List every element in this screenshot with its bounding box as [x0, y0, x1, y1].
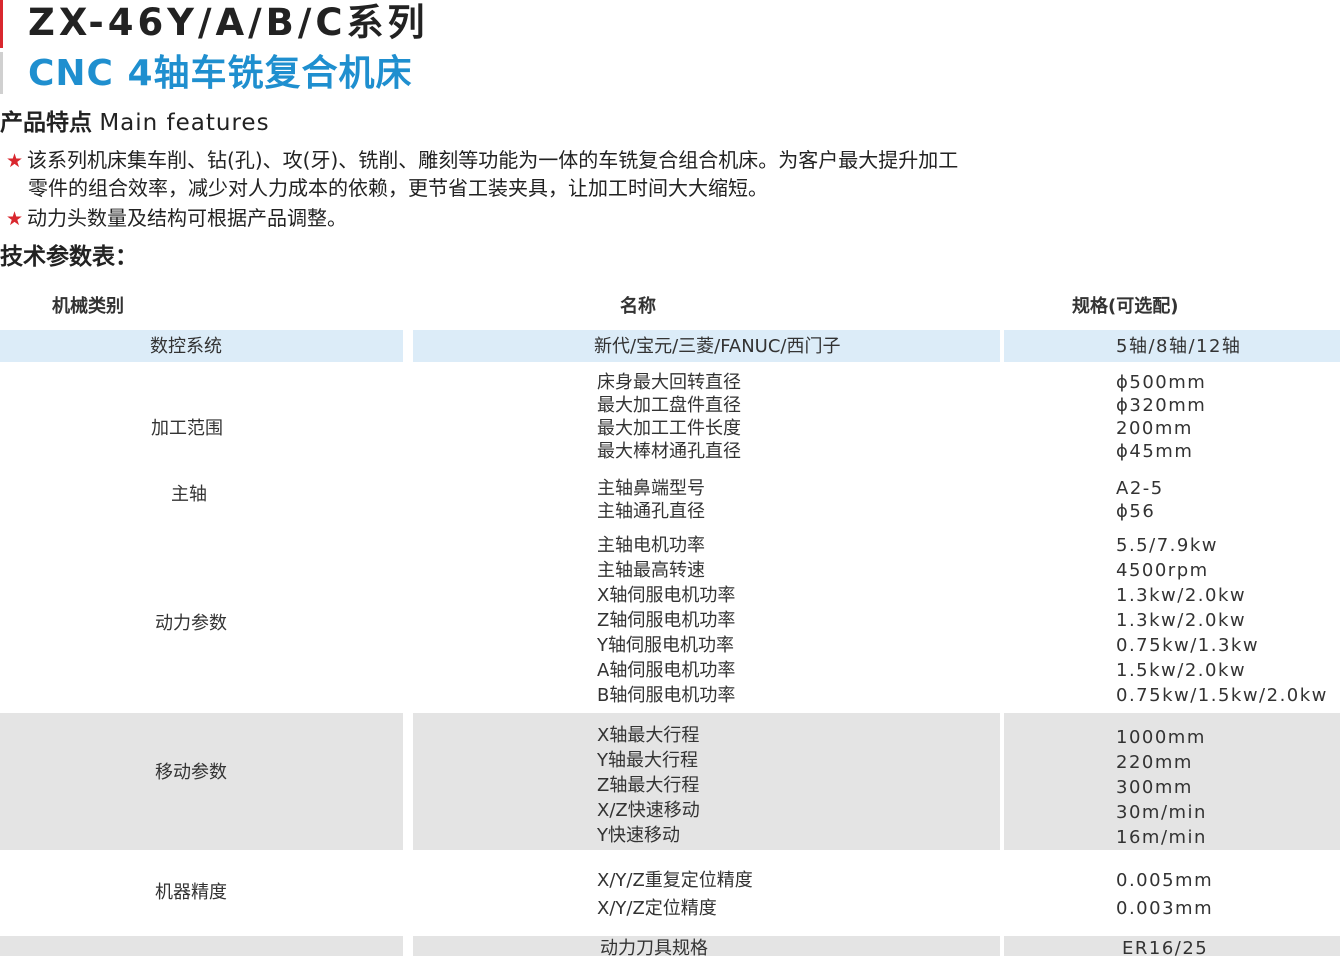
values-motion-params: 1000mm 220mm 300mm 30m/min 16m/min	[1116, 725, 1207, 850]
category-machining-range: 加工范围	[151, 418, 223, 439]
header-name: 名称	[620, 296, 656, 317]
spec-value: ϕ45mm	[1116, 441, 1194, 462]
spec-value: 1.5kw/2.0kw	[1116, 660, 1247, 681]
spec-value: 4500rpm	[1116, 560, 1209, 581]
spec-value: ϕ500mm	[1116, 372, 1207, 393]
model-title: ZX-46Y/A/B/C系列	[28, 1, 429, 44]
spec-name: Y轴伺服电机功率	[597, 635, 734, 656]
spec-name: 主轴通孔直径	[597, 501, 705, 522]
spec-table-title: 技术参数表：	[0, 244, 138, 270]
product-subtitle: CNC 4轴车铣复合机床	[28, 53, 413, 94]
spec-name: 新代/宝元/三菱/FANUC/西门子	[594, 336, 841, 357]
spec-name: A轴伺服电机功率	[597, 660, 736, 681]
spec-name: X/Y/Z定位精度	[597, 898, 717, 919]
spec-value: 30m/min	[1116, 802, 1207, 823]
values-machine-precision: 0.005mm 0.003mm	[1116, 867, 1213, 923]
subtitle-accent-bar	[0, 52, 3, 94]
names-machine-precision: X/Y/Z重复定位精度 X/Y/Z定位精度	[597, 867, 753, 923]
spec-value: 220mm	[1116, 752, 1193, 773]
category-power-params: 动力参数	[155, 613, 227, 634]
spec-name: X/Y/Z重复定位精度	[597, 870, 753, 891]
values-cnc-system: 5轴/8轴/12轴	[1116, 335, 1241, 358]
column-separator	[1000, 936, 1004, 956]
spec-value: 0.003mm	[1116, 898, 1214, 919]
spec-name: X/Z快速移动	[597, 800, 700, 821]
feature-bullet-1-line1: 该系列机床集车削、钻(孔)、攻(牙)、铣削、雕刻等功能为一体的车铣复合组合机床。…	[27, 148, 959, 172]
feature-bullet-2-text: 动力头数量及结构可根据产品调整。	[27, 206, 348, 230]
features-heading-cn: 产品特点	[0, 110, 92, 136]
spec-name: Z轴最大行程	[597, 775, 700, 796]
spec-value: 5轴/8轴/12轴	[1116, 336, 1242, 357]
spec-value: ER16/25	[1122, 938, 1209, 959]
spec-value: 1.3kw/2.0kw	[1116, 610, 1247, 631]
names-machining-range: 床身最大回转直径 最大加工盘件直径 最大加工工件长度 最大棒材通孔直径	[597, 371, 741, 463]
column-separator	[403, 713, 413, 850]
spec-value: 1000mm	[1116, 727, 1206, 748]
category-cnc-system: 数控系统	[150, 336, 222, 357]
header-spec: 规格(可选配)	[1072, 296, 1179, 317]
spec-value: A2-5	[1116, 478, 1164, 499]
spec-value: 16m/min	[1116, 827, 1207, 848]
spec-name: Z轴伺服电机功率	[597, 610, 736, 631]
features-heading-en: Main features	[99, 110, 270, 136]
spec-name: 动力刀具规格	[600, 938, 708, 959]
spec-value: ϕ320mm	[1116, 395, 1207, 416]
spec-name: Y快速移动	[597, 825, 680, 846]
spec-value: 300mm	[1116, 777, 1193, 798]
title-accent-bar	[0, 0, 3, 48]
values-power-params: 5.5/7.9kw 4500rpm 1.3kw/2.0kw 1.3kw/2.0k…	[1116, 533, 1328, 708]
column-separator	[403, 936, 413, 956]
category-spindle: 主轴	[171, 484, 207, 505]
column-separator	[403, 330, 413, 362]
spec-value: 0.005mm	[1116, 870, 1214, 891]
spec-name: 最大加工盘件直径	[597, 395, 741, 416]
spec-name: 最大棒材通孔直径	[597, 441, 741, 462]
values-power-tool: ER16/25	[1122, 937, 1208, 960]
column-separator	[1000, 330, 1004, 362]
feature-bullet-2: ★ 动力头数量及结构可根据产品调整。	[6, 204, 347, 233]
names-spindle: 主轴鼻端型号 主轴通孔直径	[597, 477, 705, 523]
spec-name: B轴伺服电机功率	[597, 685, 736, 706]
red-star-icon: ★	[6, 208, 24, 230]
spec-name: X轴伺服电机功率	[597, 585, 736, 606]
spec-name: 主轴最高转速	[597, 560, 705, 581]
red-star-icon: ★	[6, 150, 24, 172]
category-motion-params: 移动参数	[155, 762, 227, 783]
spec-name: 主轴电机功率	[597, 535, 705, 556]
names-cnc-system: 新代/宝元/三菱/FANUC/西门子	[594, 335, 840, 358]
spec-value: 200mm	[1116, 418, 1193, 439]
feature-bullet-1: ★ 该系列机床集车削、钻(孔)、攻(牙)、铣削、雕刻等功能为一体的车铣复合组合机床…	[6, 146, 958, 175]
spec-value: ϕ56	[1116, 501, 1156, 522]
spec-name: 床身最大回转直径	[597, 372, 741, 393]
names-power-params: 主轴电机功率 主轴最高转速 X轴伺服电机功率 Z轴伺服电机功率 Y轴伺服电机功率…	[597, 533, 735, 708]
spec-value: 0.75kw/1.3kw	[1116, 635, 1260, 656]
header-category: 机械类别	[52, 296, 124, 317]
names-motion-params: X轴最大行程 Y轴最大行程 Z轴最大行程 X/Z快速移动 Y快速移动	[597, 723, 700, 848]
spec-name: Y轴最大行程	[597, 750, 698, 771]
features-heading: 产品特点 Main features	[0, 108, 270, 138]
column-separator	[1000, 713, 1004, 850]
values-machining-range: ϕ500mm ϕ320mm 200mm ϕ45mm	[1116, 371, 1206, 463]
names-power-tool: 动力刀具规格	[600, 937, 708, 960]
spec-value: 1.3kw/2.0kw	[1116, 585, 1247, 606]
spec-value: 5.5/7.9kw	[1116, 535, 1218, 556]
feature-bullet-1-line2: 零件的组合效率，减少对人力成本的依赖，更节省工装夹具，让加工时间大大缩短。	[28, 176, 768, 200]
spec-name: 最大加工工件长度	[597, 418, 741, 439]
spec-value: 0.75kw/1.5kw/2.0kw	[1116, 685, 1328, 706]
category-machine-precision: 机器精度	[155, 882, 227, 903]
spec-name: X轴最大行程	[597, 725, 700, 746]
values-spindle: A2-5 ϕ56	[1116, 477, 1164, 523]
spec-name: 主轴鼻端型号	[597, 478, 705, 499]
